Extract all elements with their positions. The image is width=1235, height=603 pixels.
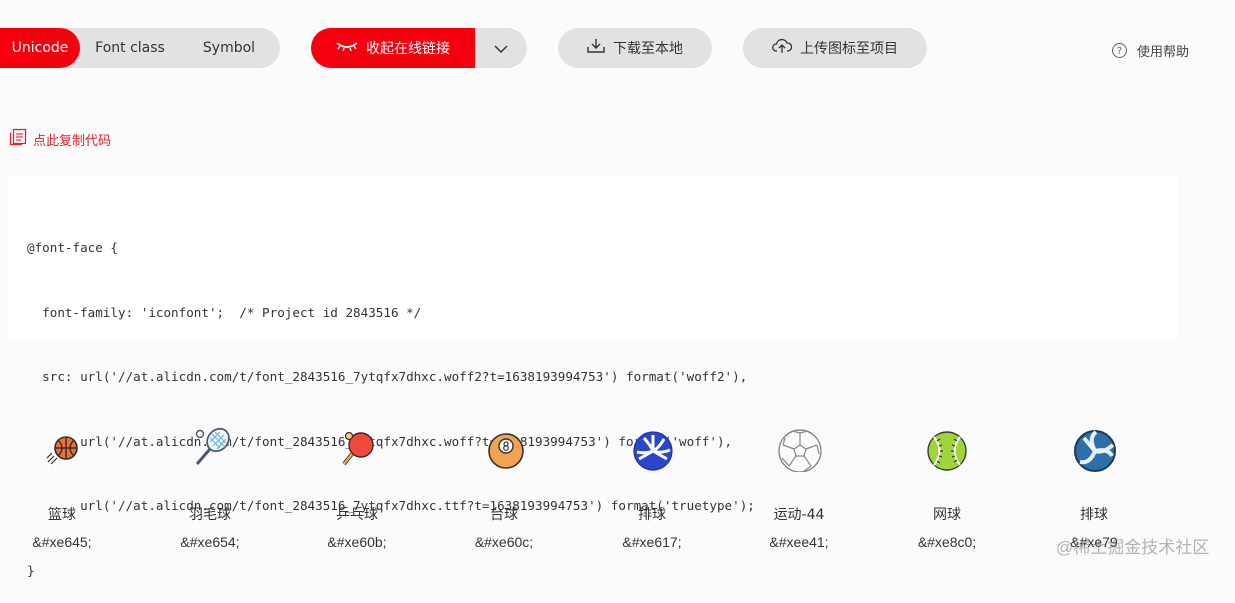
tab-symbol[interactable]: Symbol [190,28,268,68]
icon-name: 羽毛球 [189,507,231,523]
icon-unicode: &#xe645; [32,534,92,550]
billiard-ball-icon [482,424,530,472]
icon-card-ping-pong[interactable]: 乒乓球 &#xe60b; [297,420,417,560]
download-icon [587,38,605,58]
copy-document-icon [9,128,27,150]
upload-to-project-button[interactable]: 上传图标至项目 [743,28,927,68]
more-options-dropdown[interactable] [475,28,527,68]
upload-label: 上传图标至项目 [800,41,898,57]
tennis-ball-icon [925,424,973,472]
help-label: 使用帮助 [1137,44,1190,60]
volleyball-icon [1072,424,1120,472]
icon-name: 网球 [933,507,961,523]
ping-pong-icon [335,424,383,472]
copy-code-link[interactable]: 点此复制代码 [9,128,111,150]
collapse-online-link-button[interactable]: 收起在线链接 [311,28,475,68]
icon-unicode: &#xe60c; [474,534,534,550]
help-link[interactable]: ? 使用帮助 [1112,40,1189,60]
icon-card-soccer[interactable]: 运动-44 &#xee41; [739,420,859,560]
volleyball-icon [630,424,678,472]
online-link-button-group: 收起在线链接 [311,28,527,68]
icon-name: 台球 [490,507,518,523]
icon-card-volleyball-2[interactable]: 排球 &#xe79 [1034,420,1154,560]
tab-font-class[interactable]: Font class [86,28,174,68]
icon-name: 排球 [638,507,666,523]
icon-card-tennis[interactable]: 网球 &#xe8c0; [887,420,1007,560]
code-line: @font-face { [27,240,118,255]
tab-unicode[interactable]: Unicode [0,28,80,68]
badminton-racket-icon [188,424,236,472]
icon-unicode: &#xe617; [622,534,682,550]
help-question-icon: ? [1112,42,1127,58]
code-line: src: url('//at.alicdn.com/t/font_2843516… [27,369,748,384]
icon-unicode: &#xe79 [1070,534,1118,550]
font-face-code-block: @font-face { font-family: 'iconfont'; /*… [8,176,1177,578]
icon-name: 乒乓球 [336,507,378,523]
collapse-online-link-label: 收起在线链接 [366,41,450,57]
download-button[interactable]: 下载至本地 [558,28,712,68]
icon-card-basketball[interactable]: 篮球 &#xe645; [2,420,122,560]
icon-name: 篮球 [48,507,76,523]
code-line: font-family: 'iconfont'; /* Project id 2… [27,304,422,320]
icon-unicode: &#xe60b; [327,534,387,550]
icon-name: 排球 [1080,507,1108,523]
icon-card-volleyball[interactable]: 排球 &#xe617; [592,420,712,560]
icon-name: 运动-44 [773,507,825,523]
soccer-ball-icon [777,424,825,473]
cloud-upload-icon [772,38,793,58]
icon-card-billiard[interactable]: 台球 &#xe60c; [444,420,564,560]
icon-unicode: &#xe654; [180,534,240,550]
tab-group: Unicode Font class Symbol [0,28,280,68]
icon-unicode: &#xee41; [769,534,829,550]
closed-eye-icon [336,40,358,56]
code-line: } [27,562,35,578]
icon-card-badminton[interactable]: 羽毛球 &#xe654; [150,420,270,560]
chevron-down-icon [494,39,508,58]
copy-code-label: 点此复制代码 [33,133,112,149]
basketball-icon [40,424,88,472]
icon-unicode: &#xe8c0; [917,534,977,550]
download-label: 下载至本地 [613,41,683,57]
